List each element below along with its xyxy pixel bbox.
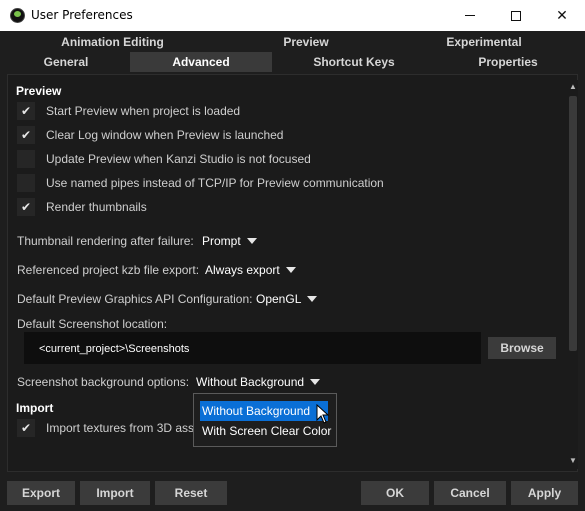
checkmark-icon: ✔ — [20, 421, 32, 435]
chevron-down-icon — [307, 296, 318, 302]
export-button[interactable]: Export — [7, 481, 75, 505]
import-textures-checkbox[interactable]: ✔ — [17, 419, 35, 437]
popup-option-without-background[interactable]: Without Background — [200, 401, 328, 421]
tab-row-top: Animation Editing Preview Experimental — [0, 32, 585, 52]
chevron-down-icon — [310, 379, 321, 385]
dropdown-value: Without Background — [196, 375, 305, 389]
chevron-down-icon — [285, 267, 296, 273]
graphics-api-label: Default Preview Graphics API Configurati… — [17, 292, 253, 306]
apply-button[interactable]: Apply — [511, 481, 578, 505]
scrollbar-thumb[interactable] — [569, 96, 577, 351]
dropdown-value: Always export — [205, 263, 280, 277]
checkmark-icon: ✔ — [20, 200, 32, 214]
thumbnail-failure-dropdown[interactable]: Prompt — [198, 231, 257, 251]
minimize-icon — [465, 15, 475, 16]
mouse-cursor-icon — [316, 404, 330, 424]
tab-experimental[interactable]: Experimental — [428, 32, 540, 52]
import-button[interactable]: Import — [80, 481, 150, 505]
render-thumbnails-checkbox[interactable]: ✔ — [17, 198, 35, 216]
reset-button[interactable]: Reset — [155, 481, 227, 505]
close-button[interactable]: ✕ — [539, 0, 585, 31]
scroll-down-icon[interactable]: ▼ — [568, 456, 578, 466]
title-bar: User Preferences ✕ — [0, 0, 585, 31]
checkbox-label: Render thumbnails — [46, 200, 147, 214]
screenshot-background-label: Screenshot background options: — [17, 375, 190, 389]
thumbnail-failure-label: Thumbnail rendering after failure: — [17, 234, 194, 248]
chevron-down-icon — [246, 238, 257, 244]
dropdown-value: OpenGL — [256, 292, 302, 306]
ok-button[interactable]: OK — [361, 481, 429, 505]
window-title: User Preferences — [31, 8, 133, 22]
kzb-export-label: Referenced project kzb file export: — [17, 263, 200, 277]
graphics-api-dropdown[interactable]: OpenGL — [252, 289, 318, 309]
checkbox-label: Start Preview when project is loaded — [46, 104, 241, 118]
kzb-export-dropdown[interactable]: Always export — [201, 260, 296, 280]
start-preview-checkbox[interactable]: ✔ — [17, 102, 35, 120]
import-section-heading: Import — [16, 401, 54, 415]
tab-preview[interactable]: Preview — [256, 32, 356, 52]
dropdown-value: Prompt — [202, 234, 241, 248]
checkbox-label: Import textures from 3D ass — [46, 421, 195, 435]
tab-shortcut-keys[interactable]: Shortcut Keys — [294, 52, 414, 72]
checkbox-row-start-preview[interactable]: ✔ Start Preview when project is loaded — [17, 102, 240, 120]
preview-section-heading: Preview — [16, 84, 62, 98]
screenshot-background-dropdown[interactable]: Without Background — [192, 372, 321, 392]
maximize-icon — [511, 10, 521, 21]
update-preview-checkbox[interactable] — [17, 150, 35, 168]
scroll-up-icon[interactable]: ▲ — [568, 82, 578, 92]
checkbox-label: Use named pipes instead of TCP/IP for Pr… — [46, 176, 384, 190]
checkbox-row-update-preview[interactable]: Update Preview when Kanzi Studio is not … — [17, 150, 311, 168]
popup-option-with-screen-clear-color[interactable]: With Screen Clear Color — [200, 421, 331, 441]
checkbox-row-named-pipes[interactable]: Use named pipes instead of TCP/IP for Pr… — [17, 174, 384, 192]
checkbox-row-import-textures[interactable]: ✔ Import textures from 3D ass — [17, 419, 194, 437]
named-pipes-checkbox[interactable] — [17, 174, 35, 192]
checkbox-row-clear-log[interactable]: ✔ Clear Log window when Preview is launc… — [17, 126, 283, 144]
checkbox-label: Clear Log window when Preview is launche… — [46, 128, 284, 142]
tab-advanced[interactable]: Advanced — [130, 52, 272, 72]
close-icon: ✕ — [556, 7, 568, 24]
cancel-button[interactable]: Cancel — [434, 481, 506, 505]
minimize-button[interactable] — [447, 0, 493, 31]
checkmark-icon: ✔ — [20, 104, 32, 118]
browse-button[interactable]: Browse — [488, 337, 556, 359]
tab-properties[interactable]: Properties — [460, 52, 556, 72]
tab-general[interactable]: General — [26, 52, 106, 72]
checkmark-icon: ✔ — [20, 128, 32, 142]
clear-log-checkbox[interactable]: ✔ — [17, 126, 35, 144]
app-logo-icon — [10, 8, 25, 23]
checkbox-row-render-thumbnails[interactable]: ✔ Render thumbnails — [17, 198, 147, 216]
screenshot-location-input[interactable]: <current_project>\Screenshots — [24, 332, 481, 364]
checkbox-label: Update Preview when Kanzi Studio is not … — [46, 152, 311, 166]
tab-row-bottom: General Advanced Shortcut Keys Propertie… — [0, 52, 585, 72]
vertical-scrollbar[interactable]: ▲ ▼ — [568, 80, 578, 469]
tab-animation-editing[interactable]: Animation Editing — [40, 32, 185, 52]
maximize-button[interactable] — [493, 0, 539, 31]
screenshot-location-label: Default Screenshot location: — [17, 317, 168, 331]
